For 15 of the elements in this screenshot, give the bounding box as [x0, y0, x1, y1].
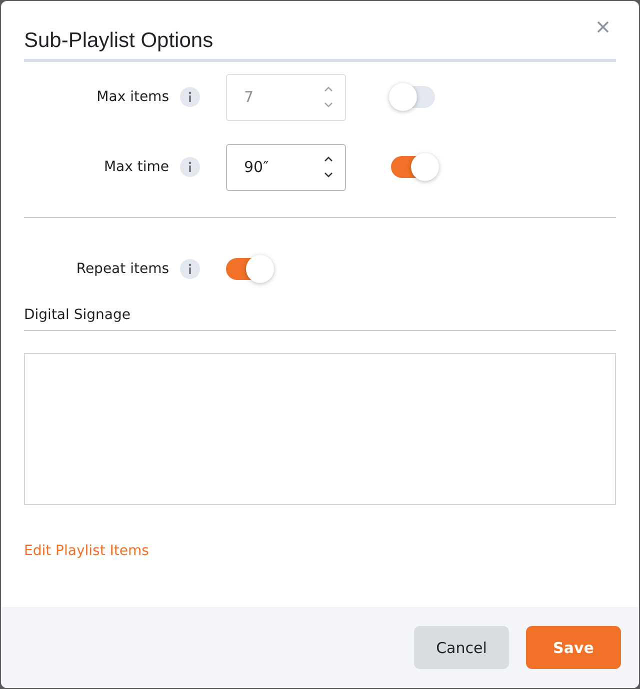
number-field[interactable]: 90″	[226, 144, 346, 190]
info-icon[interactable]	[180, 87, 200, 107]
section-title: Digital Signage	[24, 307, 616, 331]
field-label: Repeat items	[75, 261, 169, 277]
edit-items-link[interactable]: Edit Playlist Items	[24, 543, 149, 559]
chevron-up-icon[interactable]	[324, 156, 333, 162]
save-button[interactable]: Save	[526, 626, 621, 669]
close-icon[interactable]	[597, 21, 609, 33]
info-icon[interactable]	[180, 259, 200, 279]
info-icon[interactable]	[180, 157, 200, 177]
field-label: Max items	[96, 89, 169, 105]
field-label: Max time	[102, 159, 169, 175]
chevron-down-icon[interactable]	[324, 172, 333, 178]
dialog-title: Sub-Playlist Options	[24, 29, 616, 62]
cancel-button[interactable]: Cancel	[414, 626, 509, 669]
